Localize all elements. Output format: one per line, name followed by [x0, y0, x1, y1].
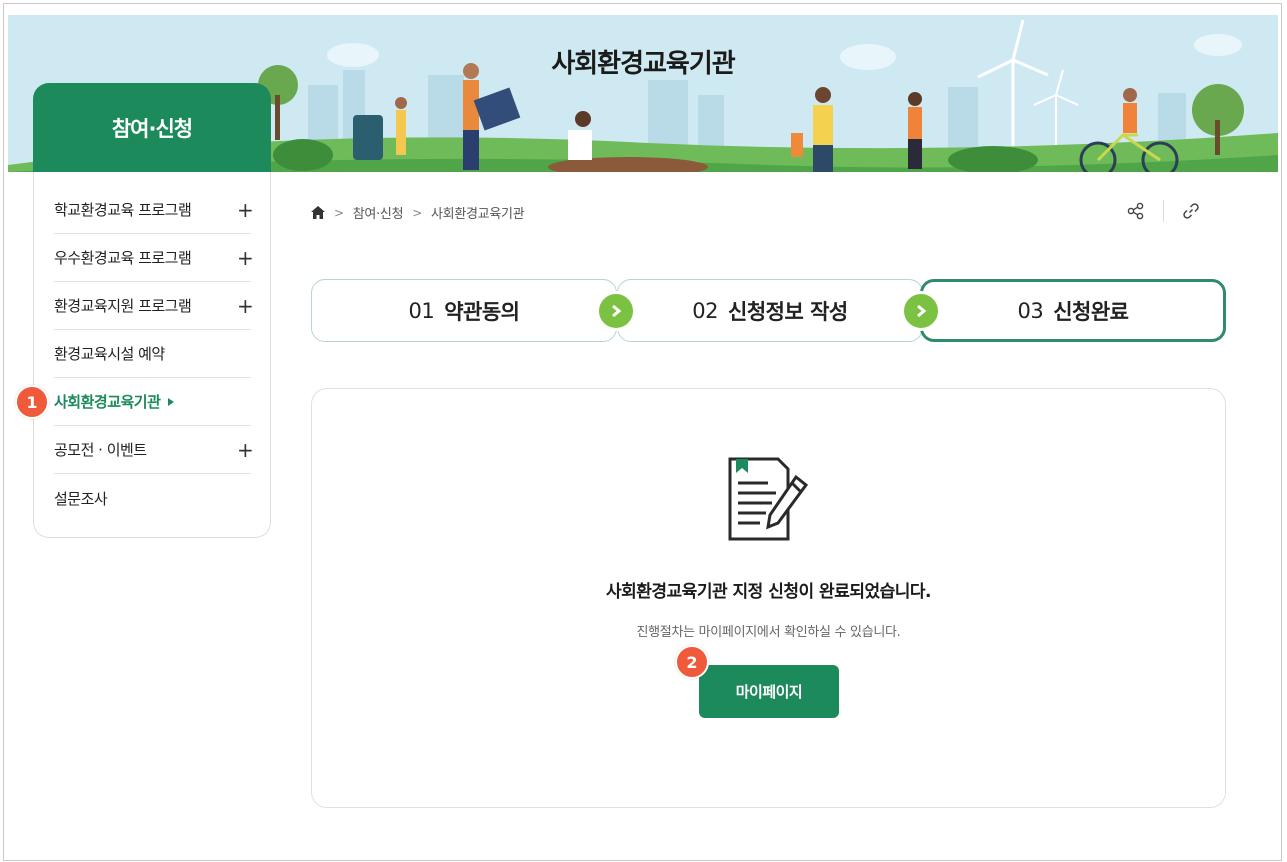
banner-title: 사회환경교육기관	[551, 49, 735, 79]
step-arrow-icon	[596, 291, 636, 331]
link-icon[interactable]	[1179, 199, 1203, 223]
sidebar-item-excellent-program[interactable]: 우수환경교육 프로그램 +	[54, 234, 254, 282]
sidebar-item-label: 환경교육시설 예약	[54, 345, 165, 363]
breadcrumb-level1[interactable]: 참여·신청	[353, 203, 404, 222]
tools-divider	[1163, 200, 1164, 222]
breadcrumb: > 참여·신청 > 사회환경교육기관	[311, 203, 525, 222]
sidebar-item-label: 학교환경교육 프로그램	[54, 201, 192, 219]
sidebar-item-label: 공모전 · 이벤트	[54, 441, 147, 459]
expand-plus-icon[interactable]: +	[237, 198, 254, 222]
step-2: 02 신청정보 작성	[617, 279, 923, 342]
step-3-current: 03 신청완료	[920, 279, 1226, 342]
breadcrumb-separator-icon: >	[412, 205, 423, 220]
step-label: 약관동의	[444, 299, 520, 324]
completion-message: 사회환경교육기관 지정 신청이 완료되었습니다.	[605, 582, 932, 602]
completion-card: 사회환경교육기관 지정 신청이 완료되었습니다. 진행절차는 마이페이지에서 확…	[311, 388, 1226, 808]
expand-plus-icon[interactable]: +	[237, 438, 254, 462]
step-arrow-icon	[901, 291, 941, 331]
step-1: 01 약관동의	[311, 279, 617, 342]
sidebar-item-label: 사회환경교육기관	[54, 393, 161, 411]
step-label: 신청완료	[1053, 299, 1129, 324]
sidebar-menu: 학교환경교육 프로그램 + 우수환경교육 프로그램 + 환경교육지원 프로그램 …	[33, 172, 271, 538]
step-number: 01	[408, 298, 435, 323]
share-icon[interactable]	[1124, 199, 1148, 223]
document-pen-icon	[728, 457, 809, 541]
step-number: 02	[692, 298, 718, 323]
current-page-arrow-icon	[168, 397, 175, 406]
sidebar-item-survey[interactable]: 설문조사	[54, 474, 251, 522]
expand-plus-icon[interactable]: +	[237, 294, 254, 318]
breadcrumb-level2[interactable]: 사회환경교육기관	[431, 203, 525, 222]
expand-plus-icon[interactable]: +	[237, 246, 254, 270]
sidebar-heading: 참여·신청	[33, 83, 271, 173]
sidebar-item-school-program[interactable]: 학교환경교육 프로그램 +	[54, 186, 254, 234]
annotation-badge-1: 1	[15, 385, 49, 419]
home-icon[interactable]	[311, 206, 325, 219]
sidebar-item-label: 환경교육지원 프로그램	[54, 297, 192, 315]
sidebar-item-social-institution[interactable]: 사회환경교육기관	[54, 378, 251, 426]
sidebar-item-label: 설문조사	[54, 489, 108, 508]
sidebar-item-contest-event[interactable]: 공모전 · 이벤트 +	[54, 426, 254, 474]
card-bottom-mask	[312, 784, 1225, 807]
breadcrumb-separator-icon: >	[334, 205, 344, 220]
step-label: 신청정보 작성	[728, 299, 848, 324]
sidebar-item-support-program[interactable]: 환경교육지원 프로그램 +	[54, 282, 254, 330]
page-tools	[1124, 199, 1203, 223]
completion-sub-message: 진행절차는 마이페이지에서 확인하실 수 있습니다.	[636, 625, 901, 640]
mypage-button[interactable]: 마이페이지	[699, 665, 839, 718]
sidebar-item-label: 우수환경교육 프로그램	[54, 249, 192, 267]
step-number: 03	[1017, 298, 1044, 323]
annotation-badge-2: 2	[675, 645, 709, 679]
sidebar-item-facility-reservation[interactable]: 환경교육시설 예약	[54, 330, 251, 378]
